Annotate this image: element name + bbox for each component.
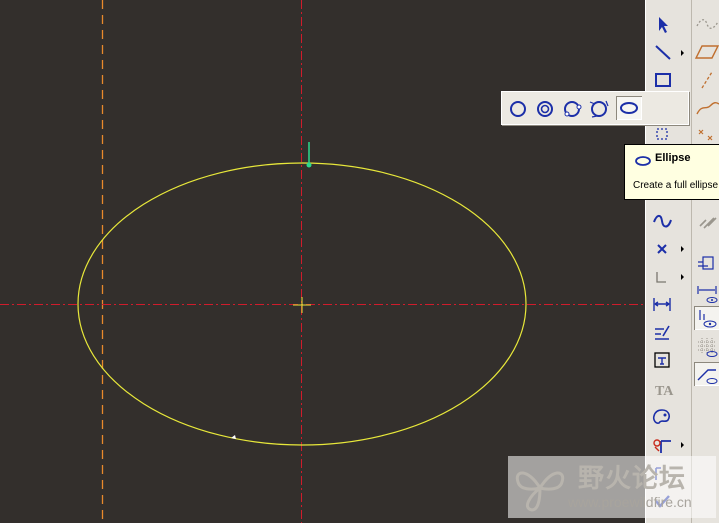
constraint-display-icon <box>699 310 717 328</box>
link-button[interactable] <box>694 208 719 232</box>
line-flyout-arrow[interactable] <box>681 50 684 56</box>
sketch-canvas[interactable] <box>0 0 645 523</box>
trim-flyout-arrow[interactable] <box>681 442 684 448</box>
rectangle-tool-button[interactable] <box>649 68 675 92</box>
dimension-display-icon <box>697 286 718 303</box>
tooltip-title: Ellipse <box>655 152 691 164</box>
concentric-circle-icon <box>537 101 553 117</box>
ellipse-flyout-button[interactable] <box>616 96 642 120</box>
constraint-display-button[interactable] <box>694 306 719 330</box>
ellipse-icon <box>634 154 652 172</box>
datum-axis-button[interactable] <box>694 68 719 92</box>
modify-icon <box>655 325 670 340</box>
butterfly-logo-icon <box>510 460 570 521</box>
watermark-url: www.proewildfire.cn <box>568 494 692 510</box>
text-icon: TA <box>655 384 674 399</box>
sketch-setup-icon <box>698 256 714 270</box>
circle-tool-button[interactable] <box>505 96 531 120</box>
circle-flyout-menu <box>501 91 689 125</box>
vertex-display-button[interactable] <box>694 362 719 386</box>
select-tool-button[interactable] <box>649 12 675 36</box>
datum-curve-button[interactable] <box>694 12 719 36</box>
tangent-circle-icon <box>589 100 609 118</box>
tooltip-description: Create a full ellipse <box>633 180 719 191</box>
ellipse-tooltip: Ellipse Create a full ellipse <box>624 144 719 200</box>
spline-icon <box>653 214 672 228</box>
sketch-graphics <box>0 0 645 523</box>
spline-tool-button[interactable] <box>649 209 675 233</box>
link-icon <box>699 217 717 229</box>
coordinate-system-tool-button[interactable] <box>649 265 675 289</box>
three-point-circle-icon <box>564 101 582 117</box>
constraints-tool-button[interactable] <box>649 348 675 372</box>
sketched-curve-icon <box>696 102 719 115</box>
ellipse-icon <box>620 102 638 114</box>
tangent-circle-tool-button[interactable] <box>586 96 612 120</box>
svg-text:TA: TA <box>655 384 674 399</box>
datum-plane-icon <box>694 45 719 59</box>
point-icon <box>657 244 667 254</box>
watermark-chinese-text: 野火论坛 <box>578 464 687 494</box>
grid-icon <box>698 338 718 357</box>
dimension-display-button[interactable] <box>694 280 719 304</box>
coordinate-flyout-arrow[interactable] <box>681 274 684 280</box>
line-tool-button[interactable] <box>649 40 675 64</box>
arrow-pointer-icon <box>659 17 668 33</box>
coordinate-system-icon <box>656 272 666 283</box>
dimension-icon <box>653 298 671 311</box>
rectangle-icon <box>655 73 671 87</box>
datum-curve-icon <box>696 19 719 29</box>
datum-plane-button[interactable] <box>694 40 719 64</box>
sketched-curve-button[interactable] <box>694 96 719 120</box>
trim-icon <box>653 439 671 453</box>
dimension-tool-button[interactable] <box>649 292 675 316</box>
point-tool-button[interactable] <box>649 237 675 261</box>
sketcher-toolbar: TA <box>645 0 691 523</box>
concentric-circle-tool-button[interactable] <box>532 96 558 120</box>
point-flyout-arrow[interactable] <box>681 246 684 252</box>
circle-icon <box>510 101 526 117</box>
sketch-setup-button[interactable] <box>694 252 719 276</box>
forum-watermark: 野火论坛 www.proewildfire.cn <box>508 456 716 518</box>
constraints-icon <box>654 352 670 368</box>
three-point-circle-tool-button[interactable] <box>559 96 585 120</box>
radius-handle-point <box>306 162 312 168</box>
grid-display-button[interactable] <box>694 334 719 358</box>
palette-tool-button[interactable] <box>649 405 675 429</box>
trim-tool-button[interactable] <box>649 433 675 457</box>
datum-axis-icon <box>701 71 713 89</box>
secondary-toolbar <box>691 0 719 523</box>
text-tool-button[interactable]: TA <box>649 377 675 401</box>
modify-tool-button[interactable] <box>649 320 675 344</box>
line-icon <box>655 45 671 60</box>
vertex-display-icon <box>697 369 718 384</box>
palette-icon <box>652 409 670 424</box>
